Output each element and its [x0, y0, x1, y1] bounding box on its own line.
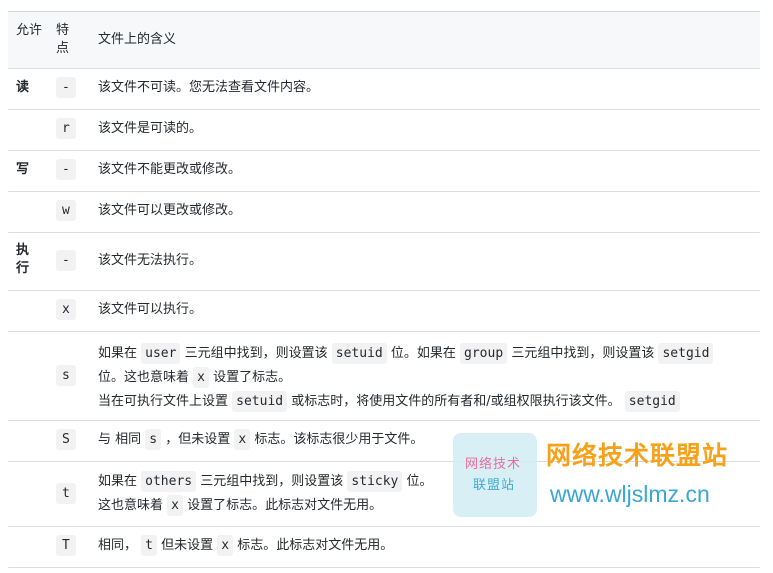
- meaning-cell: 该文件是可读的。: [98, 121, 203, 136]
- code-text: x: [234, 429, 251, 450]
- table-row: s 如果在 user 三元组中找到，则设置该 setuid 位。如果在 grou…: [8, 332, 760, 421]
- table-row: r 该文件是可读的。: [8, 110, 760, 151]
- character-cell: -: [56, 159, 86, 180]
- watermark-title: 网络技术联盟站: [546, 441, 729, 470]
- code-text: T: [56, 535, 76, 556]
- watermark-logo-line2: 联盟站: [473, 478, 516, 493]
- table-row: x 该文件可以执行。: [8, 291, 760, 332]
- table-row: 读 - 该文件不可读。您无法查看文件内容。: [8, 69, 760, 110]
- code-text: -: [56, 250, 76, 271]
- code-text: setuid: [232, 391, 288, 412]
- table-row: T 相同， t 但未设置 x 标志。此标志对文件无用。: [8, 527, 760, 568]
- watermark-logo-line1: 网络技术: [465, 457, 522, 472]
- permission-cell: 执行: [16, 243, 30, 276]
- character-cell: S: [56, 429, 86, 450]
- code-text: sticky: [347, 471, 403, 492]
- character-cell: x: [56, 299, 86, 320]
- meaning-cell: 如果在 user 三元组中找到，则设置该 setuid 位。如果在 group …: [98, 342, 754, 414]
- meaning-cell: 该文件无法执行。: [98, 253, 203, 268]
- code-text: others: [141, 471, 197, 492]
- meaning-cell: 相同， t 但未设置 x 标志。此标志对文件无用。: [98, 535, 754, 556]
- code-text: w: [56, 200, 76, 221]
- character-cell: t: [56, 483, 86, 504]
- code-text: x: [56, 299, 76, 320]
- character-cell: s: [56, 365, 86, 386]
- code-text: setuid: [331, 343, 387, 364]
- character-cell: r: [56, 118, 86, 139]
- code-text: t: [141, 535, 157, 556]
- meaning-line: 位。这也意味着 x 设置了标志。: [98, 366, 754, 390]
- permission-cell: 读: [16, 80, 30, 95]
- code-text: -: [56, 77, 76, 98]
- character-cell: w: [56, 200, 86, 221]
- code-text: x: [217, 535, 234, 556]
- code-text: -: [56, 159, 76, 180]
- code-text: x: [167, 495, 183, 516]
- meaning-line: 如果在 user 三元组中找到，则设置该 setuid 位。如果在 group …: [98, 342, 754, 366]
- meaning-cell: 该文件可以执行。: [98, 302, 203, 317]
- meaning-cell: 该文件可以更改或修改。: [98, 203, 242, 218]
- watermark-url: www.wljslmz.cn: [550, 481, 710, 507]
- watermark-logo: 网络技术 联盟站: [453, 433, 537, 517]
- code-text: group: [460, 343, 508, 364]
- table-header-row: 允许 特点 文件上的含义: [8, 12, 760, 69]
- character-cell: -: [56, 250, 86, 271]
- table-row: 执行 - 该文件无法执行。: [8, 233, 760, 291]
- table-row: 写 - 该文件不能更改或修改。: [8, 151, 760, 192]
- meaning-cell: 该文件不可读。您无法查看文件内容。: [98, 80, 320, 95]
- code-text: user: [141, 343, 181, 364]
- code-text: s: [56, 365, 76, 386]
- character-cell: -: [56, 77, 86, 98]
- header-permission: 允许: [16, 23, 43, 38]
- header-meaning: 文件上的含义: [98, 32, 177, 47]
- meaning-cell: 该文件不能更改或修改。: [98, 162, 242, 177]
- header-character: 特点: [56, 23, 70, 56]
- code-text: setgid: [624, 391, 680, 412]
- code-text: S: [56, 429, 76, 450]
- code-text: setgid: [658, 343, 714, 364]
- code-text: r: [56, 118, 76, 139]
- code-text: t: [56, 483, 76, 504]
- character-cell: T: [56, 535, 86, 556]
- code-text: x: [193, 367, 209, 388]
- meaning-line: 当在可执行文件上设置 setuid 或标志时，将使用文件的所有者和/或组权限执行…: [98, 390, 754, 414]
- permission-cell: 写: [16, 162, 30, 177]
- table-row: w 该文件可以更改或修改。: [8, 192, 760, 233]
- code-text: s: [145, 429, 162, 450]
